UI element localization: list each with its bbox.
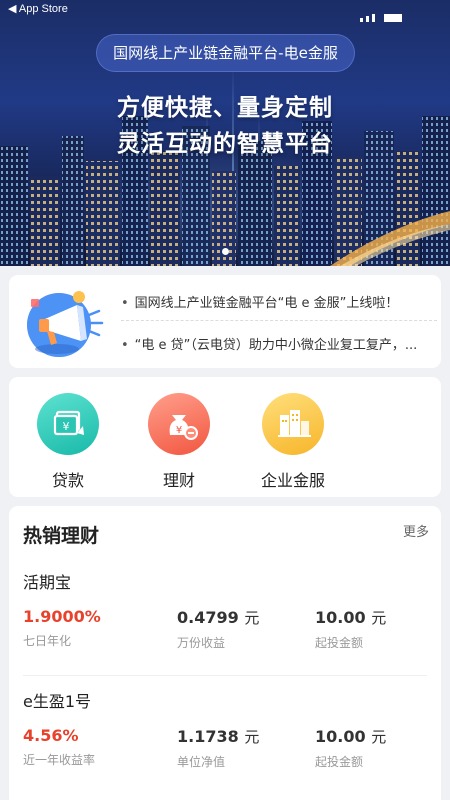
unit: 元 xyxy=(371,609,387,627)
news-item[interactable]: 国网线上产业链金融平台“电 e 金服”上线啦！ xyxy=(121,292,436,311)
platform-title-pill: 国网线上产业链金融平台-电e金服 xyxy=(96,34,355,72)
product-item[interactable]: e生盈1号 4.56% 近一年收益率 1.1738 元 单位净值 10.00 元… xyxy=(23,688,433,769)
service-loan-button[interactable]: ¥ 贷款 xyxy=(28,393,108,491)
product-divider xyxy=(23,675,427,676)
nav-value: 1.1738 元 xyxy=(177,727,260,746)
loan-icon: ¥ xyxy=(37,393,99,455)
min-amount-column: 10.00 元 起投金额 xyxy=(315,607,386,651)
min-amount-value: 10.00 元 xyxy=(315,608,387,627)
service-enterprise-button[interactable]: 企业金服 xyxy=(248,393,338,491)
unit: 元 xyxy=(244,728,260,746)
nav-column: 1.1738 元 单位净值 xyxy=(177,726,259,770)
service-label: 理财 xyxy=(162,471,195,490)
service-label: 企业金服 xyxy=(260,471,325,490)
svg-text:¥: ¥ xyxy=(63,420,70,433)
service-label: 贷款 xyxy=(51,471,84,490)
rate-column: 1.9000% 七日年化 xyxy=(23,607,101,649)
hot-products-card: 热销理财 更多 活期宝 1.9000% 七日年化 0.4799 元 万份收益 1… xyxy=(9,506,441,800)
building-icon xyxy=(262,393,324,455)
news-divider xyxy=(121,320,437,321)
income-column: 0.4799 元 万份收益 xyxy=(177,607,259,651)
rate-value: 4.56% xyxy=(23,726,79,745)
rate-label: 近一年收益率 xyxy=(23,753,96,767)
news-item[interactable]: “电 e 贷”（云电贷）助力中小微企业复工复产，... xyxy=(121,334,436,353)
unit: 元 xyxy=(244,609,260,627)
carousel-indicator[interactable] xyxy=(0,240,450,259)
service-finance-button[interactable]: ¥ 理财 xyxy=(139,393,219,491)
rate-value: 1.9000% xyxy=(23,607,101,626)
banner-headline-2: 灵活互动的智慧平台 xyxy=(117,131,333,157)
unit: 元 xyxy=(371,728,387,746)
more-link[interactable]: 更多 xyxy=(403,521,429,540)
income-value: 0.4799 元 xyxy=(177,608,260,627)
carousel-dot[interactable] xyxy=(221,248,229,255)
min-amount-column: 10.00 元 起投金额 xyxy=(315,726,386,770)
banner-headline-1: 方便快捷、量身定制 xyxy=(117,95,333,121)
section-title: 热销理财 xyxy=(23,525,100,547)
money-bag-icon: ¥ xyxy=(148,393,210,455)
product-name: 活期宝 xyxy=(23,573,72,592)
news-card: 国网线上产业链金融平台“电 e 金服”上线啦！ “电 e 贷”（云电贷）助力中小… xyxy=(9,275,441,368)
nav-label: 单位净值 xyxy=(177,755,226,769)
hero-banner[interactable]: ◀ App Store 国网线上产业链金融平台-电e金服 方便快捷、量身定制 灵… xyxy=(0,0,450,266)
min-amount-label: 起投金额 xyxy=(315,636,364,650)
rate-column: 4.56% 近一年收益率 xyxy=(23,726,95,768)
megaphone-illustration-icon xyxy=(27,291,104,357)
services-card: ¥ 贷款 ¥ 理财 企业金服 xyxy=(9,377,441,497)
product-item[interactable]: 活期宝 1.9000% 七日年化 0.4799 元 万份收益 10.00 元 起… xyxy=(23,569,433,650)
income-label: 万份收益 xyxy=(177,636,226,650)
min-amount-value: 10.00 元 xyxy=(315,727,387,746)
min-amount-label: 起投金额 xyxy=(315,755,364,769)
status-bar-signal-icon xyxy=(360,3,440,22)
product-name: e生盈1号 xyxy=(23,692,92,711)
rate-label: 七日年化 xyxy=(23,634,72,648)
status-bar-carrier: ◀ App Store xyxy=(8,3,68,15)
svg-text:¥: ¥ xyxy=(176,425,182,436)
